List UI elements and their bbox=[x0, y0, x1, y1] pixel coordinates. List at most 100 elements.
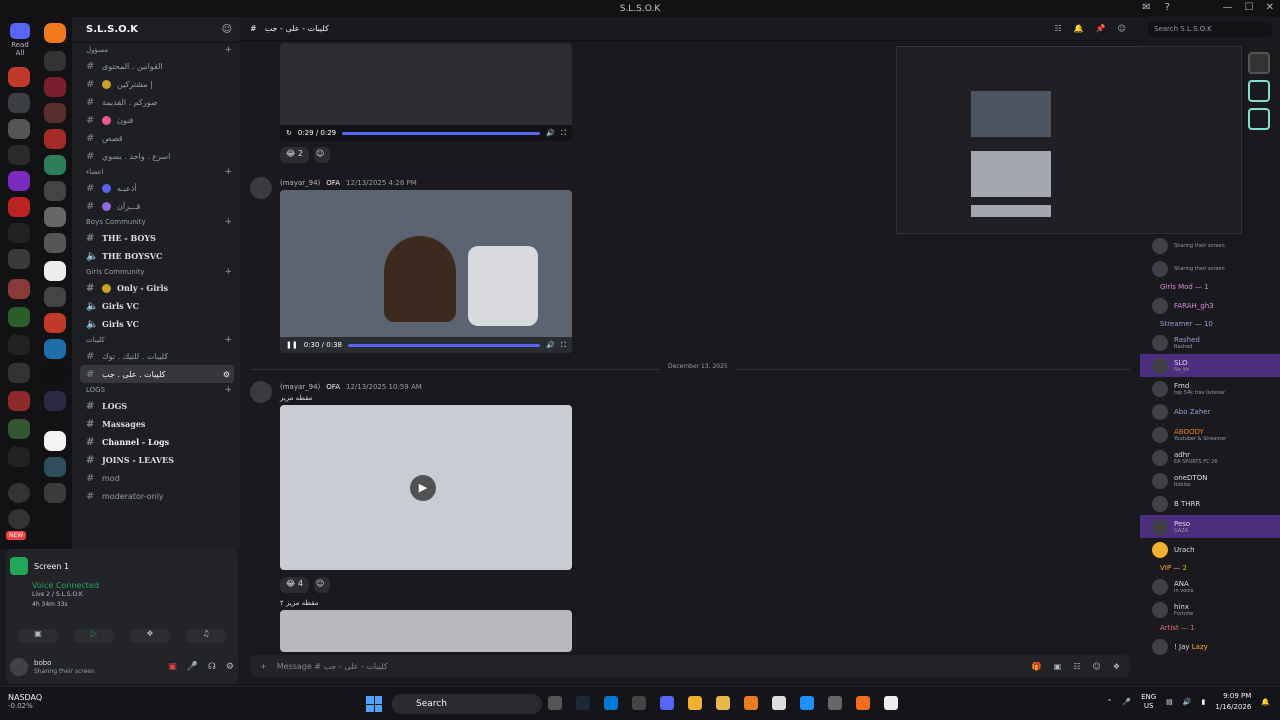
notifications-icon[interactable]: 🔔 bbox=[1261, 698, 1270, 706]
inbox-icon[interactable]: ✉ bbox=[1142, 2, 1150, 13]
server-icon[interactable] bbox=[8, 145, 30, 165]
members-icon[interactable]: ☺ bbox=[1118, 24, 1126, 33]
network-icon[interactable]: ▤ bbox=[1166, 698, 1173, 706]
video-attachment[interactable]: ❚❚ 0:30 / 0:38 🔊 ⛶ bbox=[280, 190, 572, 353]
settings-icon[interactable]: ⚙ bbox=[226, 662, 234, 672]
add-reaction-button[interactable]: ☺ bbox=[314, 577, 330, 593]
steam-icon[interactable] bbox=[576, 696, 590, 710]
server-icon[interactable] bbox=[8, 93, 30, 113]
close-button[interactable]: ✕ bbox=[1266, 2, 1274, 13]
channel-item[interactable]: # THE - BOYS bbox=[80, 229, 234, 247]
server-icon[interactable] bbox=[44, 155, 66, 175]
channel-item[interactable]: # مشتركين | bbox=[80, 75, 234, 93]
member-item[interactable]: ANA In voice bbox=[1140, 575, 1280, 598]
voice-channel-item[interactable]: 🔈 Girls VC bbox=[80, 297, 234, 315]
add-channel-icon[interactable]: + bbox=[224, 335, 232, 345]
cat-icon[interactable] bbox=[1248, 108, 1270, 130]
emoji-icon[interactable]: ☺ bbox=[1092, 662, 1100, 671]
channel-item[interactable]: # اسرع . واحد . يسوي bbox=[80, 147, 234, 165]
user-panel[interactable]: bobo Sharing their screen ▣ 🎤 ☊ ⚙ bbox=[10, 655, 234, 679]
app-icon[interactable] bbox=[744, 696, 758, 710]
server-icon[interactable] bbox=[8, 419, 30, 439]
server-icon[interactable] bbox=[44, 261, 66, 281]
fullscreen-icon[interactable]: ⛶ bbox=[561, 341, 566, 350]
video-attachment[interactable]: ▶ bbox=[280, 405, 572, 570]
member-item[interactable]: B THRR bbox=[1140, 492, 1280, 515]
member-item[interactable]: Fmd top 54k trav listener bbox=[1140, 377, 1280, 400]
app-icon[interactable] bbox=[884, 696, 898, 710]
server-icon[interactable] bbox=[8, 171, 30, 191]
screen-share-stream[interactable] bbox=[896, 46, 1242, 234]
app-icon[interactable] bbox=[828, 696, 842, 710]
stock-widget[interactable]: NASDAQ -0.02% bbox=[8, 693, 42, 710]
search-input[interactable]: Search S.L.S.O.K bbox=[1148, 22, 1272, 37]
channel-item[interactable]: # Channel - Logs bbox=[80, 433, 234, 451]
message-input[interactable]: Message # كليبات - على - جب bbox=[277, 662, 388, 671]
gift-icon[interactable]: 🎁 bbox=[1032, 662, 1042, 671]
play-icon[interactable]: ▶ bbox=[410, 475, 436, 501]
channel-item[interactable]: # صوركم . القديمة bbox=[80, 93, 234, 111]
member-item[interactable]: FARAH_gh3 bbox=[1140, 294, 1280, 317]
fullscreen-icon[interactable]: ⛶ bbox=[561, 129, 566, 138]
settings-icon[interactable] bbox=[772, 696, 786, 710]
add-channel-icon[interactable]: + bbox=[224, 385, 232, 395]
server-icon[interactable] bbox=[8, 391, 30, 411]
avatar[interactable] bbox=[250, 177, 272, 199]
channel-item[interactable]: # قـــرآن bbox=[80, 197, 234, 215]
server-icon[interactable] bbox=[44, 233, 66, 253]
volume-icon[interactable]: 🔊 bbox=[546, 341, 555, 349]
taskbar-search[interactable]: Search bbox=[392, 694, 542, 714]
app-icon[interactable] bbox=[688, 696, 702, 710]
server-icon[interactable] bbox=[44, 431, 66, 451]
server-icon[interactable] bbox=[44, 103, 66, 123]
channel-item[interactable]: # LOGS bbox=[80, 397, 234, 415]
channel-item-active[interactable]: # كليبات . على . جب ⚙ bbox=[80, 365, 234, 383]
app-icon[interactable] bbox=[632, 696, 646, 710]
channel-item[interactable]: # أذعيـه bbox=[80, 179, 234, 197]
server-icon[interactable] bbox=[44, 77, 66, 97]
server-icon[interactable] bbox=[44, 207, 66, 227]
video-attachment[interactable] bbox=[280, 610, 572, 652]
bell-icon[interactable]: 🔔 bbox=[1074, 24, 1084, 33]
member-item[interactable]: Sharing their screen bbox=[1140, 257, 1280, 280]
maximize-button[interactable]: ☐ bbox=[1245, 2, 1254, 13]
activities-button[interactable]: ❖ bbox=[130, 629, 170, 643]
message-composer[interactable]: + Message # كليبات - على - جب 🎁 ▣ ☷ ☺ ❖ bbox=[250, 655, 1130, 677]
task-view-icon[interactable] bbox=[548, 696, 562, 710]
member-item[interactable]: SLO No_kh bbox=[1140, 354, 1280, 377]
member-item[interactable]: ! Jay Lazy bbox=[1140, 635, 1280, 658]
server-icon[interactable] bbox=[44, 181, 66, 201]
member-item[interactable]: Peso GAZA bbox=[1140, 515, 1280, 538]
video-attachment[interactable]: ↻ 0:29 / 0:29 🔊 ⛶ bbox=[280, 43, 572, 141]
server-icon[interactable] bbox=[44, 457, 66, 477]
server-icon[interactable] bbox=[8, 67, 30, 87]
battery-icon[interactable]: ▮ bbox=[1202, 698, 1206, 706]
headphones-icon[interactable]: ☊ bbox=[208, 662, 216, 672]
server-icon[interactable] bbox=[8, 197, 30, 217]
member-item[interactable]: Abo Zaher bbox=[1140, 400, 1280, 423]
add-attachment-icon[interactable]: + bbox=[260, 662, 267, 671]
server-icon[interactable] bbox=[8, 307, 30, 327]
avatar[interactable] bbox=[250, 381, 272, 403]
member-item[interactable]: Rashed Rashed bbox=[1140, 331, 1280, 354]
server-icon[interactable] bbox=[44, 483, 66, 503]
channel-item[interactable]: # mod bbox=[80, 469, 234, 487]
server-icon[interactable] bbox=[44, 365, 66, 385]
file-explorer-icon[interactable] bbox=[716, 696, 730, 710]
channel-item[interactable]: # القوانين . المحتوى bbox=[80, 57, 234, 75]
category-header[interactable]: Girls Community + bbox=[72, 265, 240, 279]
server-icon[interactable] bbox=[44, 313, 66, 333]
server-icon[interactable] bbox=[8, 335, 30, 355]
discover-icon[interactable] bbox=[8, 509, 30, 529]
member-item[interactable]: hinx Fortnite bbox=[1140, 598, 1280, 621]
category-header[interactable]: Boys Community + bbox=[72, 215, 240, 229]
server-icon[interactable] bbox=[44, 339, 66, 359]
browser-icon[interactable] bbox=[800, 696, 814, 710]
microphone-icon[interactable]: 🎤 bbox=[1122, 698, 1131, 706]
server-icon[interactable] bbox=[44, 23, 66, 43]
member-item[interactable]: Urach bbox=[1140, 538, 1280, 561]
server-icon[interactable] bbox=[44, 391, 66, 411]
add-channel-icon[interactable]: + bbox=[224, 167, 232, 177]
language-indicator[interactable]: ENG US bbox=[1141, 693, 1156, 711]
voice-channel-item[interactable]: 🔈 Girls VC bbox=[80, 315, 234, 333]
